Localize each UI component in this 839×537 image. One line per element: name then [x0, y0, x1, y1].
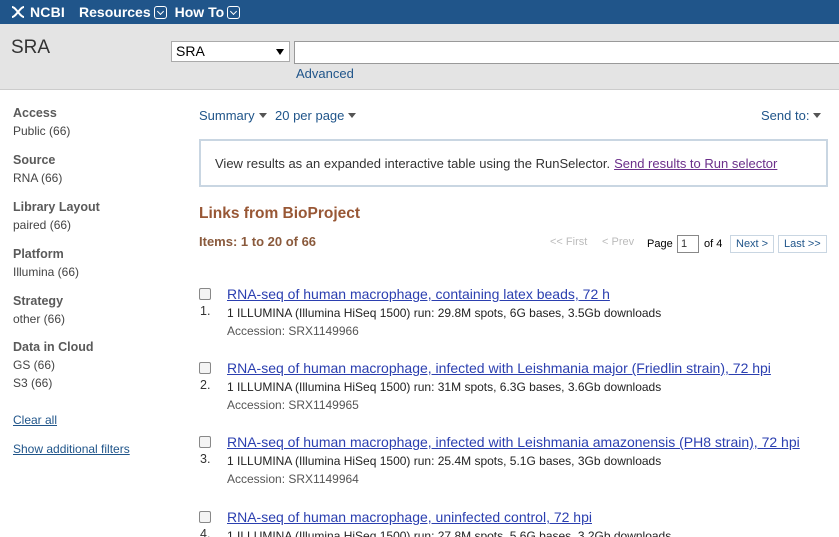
filter-sidebar: Access Public (66) Source RNA (66) Libra… [13, 104, 183, 390]
results-heading: Links from BioProject [199, 205, 361, 222]
format-dropdown[interactable]: Summary [199, 108, 267, 123]
filter-option[interactable]: Public (66) [13, 122, 183, 140]
filter-platform: Platform Illumina (66) [13, 245, 183, 292]
filter-title: Access [13, 106, 57, 120]
runselector-text: View results as an expanded interactive … [215, 155, 611, 171]
result-item: 1. RNA-seq of human macrophage, containi… [199, 286, 839, 346]
filter-strategy: Strategy other (66) [13, 292, 183, 338]
page-label: Page [647, 238, 673, 250]
dropdown-arrow-icon [813, 113, 822, 118]
advanced-search-link[interactable]: Advanced [296, 66, 354, 81]
filter-option[interactable]: other (66) [13, 310, 183, 328]
resources-menu-label: Resources [79, 4, 151, 20]
result-number: 2. [200, 378, 211, 392]
dropdown-arrow-icon [276, 49, 284, 55]
ncbi-helix-icon [11, 6, 25, 18]
send-to-run-selector-link[interactable]: Send results to Run selector [614, 156, 777, 171]
filter-option[interactable]: Illumina (66) [13, 263, 183, 281]
result-title-link[interactable]: RNA-seq of human macrophage, infected wi… [227, 360, 771, 376]
result-checkbox[interactable] [199, 511, 211, 523]
result-title-link[interactable]: RNA-seq of human macrophage, infected wi… [227, 434, 800, 450]
page-total: of 4 [704, 238, 723, 250]
result-description: 1 ILLUMINA (Illumina HiSeq 1500) run: 25… [227, 454, 662, 468]
result-description: 1 ILLUMINA (Illumina HiSeq 1500) run: 31… [227, 380, 662, 394]
prev-page-button[interactable]: < Prev [602, 236, 634, 248]
howto-menu-label: How To [174, 4, 225, 20]
runselector-message: View results as an expanded interactive … [199, 139, 828, 187]
filter-source: Source RNA (66) [13, 151, 183, 198]
search-bar: SRA SRA Advanced [0, 24, 839, 90]
per-page-dropdown[interactable]: 20 per page [275, 108, 357, 123]
per-page-label: 20 per page [275, 108, 345, 123]
result-checkbox[interactable] [199, 436, 211, 448]
filter-title: Source [13, 153, 56, 167]
result-checkbox[interactable] [199, 288, 211, 300]
filter-option[interactable]: GS (66) [13, 356, 183, 374]
last-page-button[interactable]: Last >> [778, 235, 827, 253]
filter-data-in-cloud: Data in Cloud GS (66) S3 (66) [13, 338, 183, 390]
page-number-input[interactable]: 1 [677, 235, 699, 253]
result-number: 3. [200, 452, 211, 466]
result-description: 1 ILLUMINA (Illumina HiSeq 1500) run: 29… [227, 306, 662, 320]
filter-title: Data in Cloud [13, 340, 94, 354]
next-page-button[interactable]: Next > [730, 235, 775, 253]
resources-menu[interactable]: Resources [79, 4, 167, 20]
send-to-dropdown[interactable]: Send to: [761, 108, 822, 123]
dropdown-arrow-icon [258, 113, 267, 118]
result-checkbox[interactable] [199, 362, 211, 374]
result-item: 3. RNA-seq of human macrophage, infected… [199, 434, 839, 494]
result-accession: Accession: SRX1149964 [227, 472, 359, 486]
first-page-button[interactable]: << First [550, 236, 587, 248]
filter-option[interactable]: RNA (66) [13, 169, 183, 187]
filter-title: Strategy [13, 294, 64, 308]
filter-option[interactable]: paired (66) [13, 216, 183, 234]
format-label: Summary [199, 108, 255, 123]
database-select[interactable]: SRA [171, 41, 290, 62]
result-title-link[interactable]: RNA-seq of human macrophage, uninfected … [227, 509, 592, 525]
database-title: SRA [11, 37, 51, 58]
filter-library-layout: Library Layout paired (66) [13, 198, 183, 245]
howto-menu[interactable]: How To [175, 4, 241, 20]
ncbi-logo[interactable]: NCBI [10, 4, 65, 20]
result-description: 1 ILLUMINA (Illumina HiSeq 1500) run: 27… [227, 529, 672, 537]
result-title-link[interactable]: RNA-seq of human macrophage, containing … [227, 286, 610, 302]
database-select-value: SRA [176, 43, 205, 59]
items-count: Items: 1 to 20 of 66 [199, 234, 317, 249]
chevron-down-icon [227, 5, 241, 19]
result-item: 4. RNA-seq of human macrophage, uninfect… [199, 509, 839, 537]
result-accession: Accession: SRX1149966 [227, 324, 359, 338]
ncbi-brand-text: NCBI [30, 4, 66, 20]
dropdown-arrow-icon [348, 113, 357, 118]
filter-title: Library Layout [13, 200, 100, 214]
result-number: 1. [200, 304, 211, 318]
filter-access: Access Public (66) [13, 104, 183, 151]
show-additional-filters-link[interactable]: Show additional filters [13, 442, 130, 456]
clear-all-link[interactable]: Clear all [13, 413, 57, 427]
send-to-label: Send to: [761, 108, 810, 123]
top-navigation-bar: NCBI Resources How To [0, 0, 839, 24]
chevron-down-icon [153, 5, 167, 19]
search-input[interactable] [294, 41, 839, 64]
filter-option[interactable]: S3 (66) [13, 374, 183, 392]
result-accession: Accession: SRX1149965 [227, 398, 359, 412]
result-item: 2. RNA-seq of human macrophage, infected… [199, 360, 839, 420]
filter-title: Platform [13, 247, 64, 261]
result-number: 4. [200, 527, 211, 537]
